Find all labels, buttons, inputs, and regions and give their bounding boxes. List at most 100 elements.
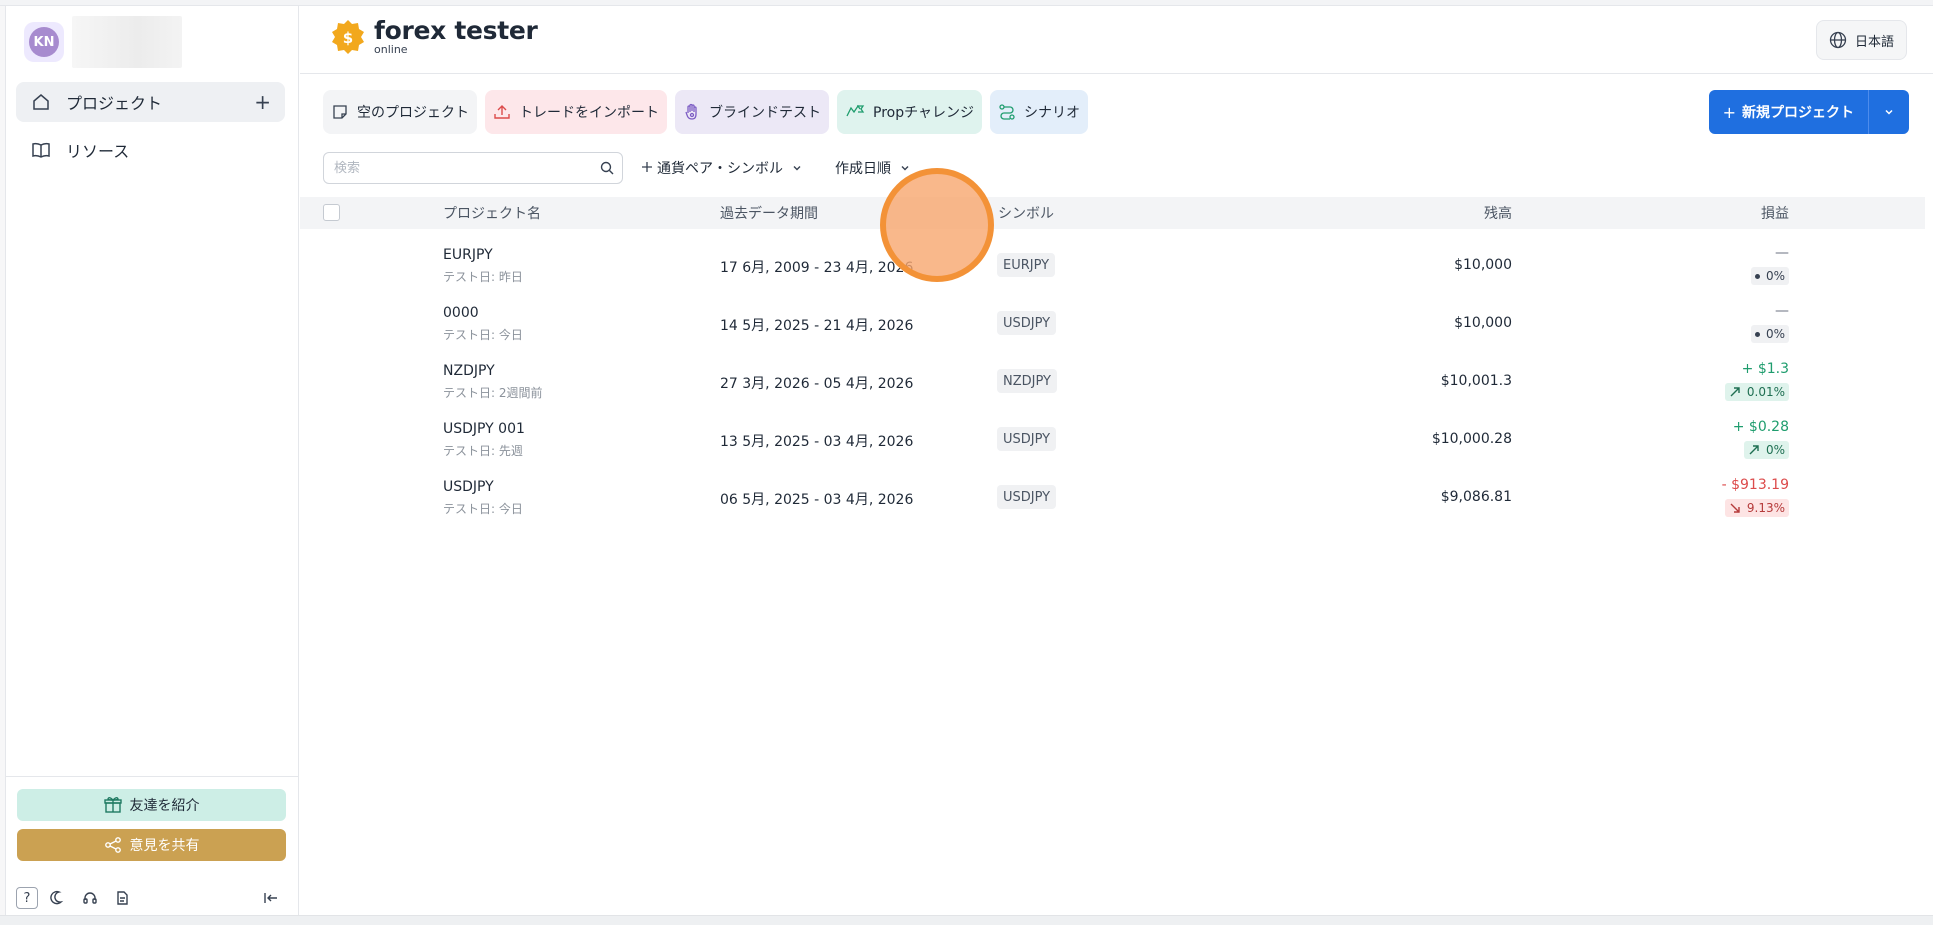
quick-action-label: ブラインドテスト: [709, 105, 821, 121]
symbol-badge: USDJPY: [997, 311, 1057, 335]
click-indicator: [880, 168, 994, 282]
new-project-button[interactable]: + 新規プロジェクト: [1709, 90, 1869, 134]
avatar-initials: KN: [29, 27, 59, 57]
share-label: 意見を共有: [129, 838, 200, 854]
header-name[interactable]: プロジェクト名: [443, 203, 541, 223]
invite-friend-button[interactable]: 友達を紹介: [17, 789, 286, 821]
import-trades-button[interactable]: トレードをインポート: [485, 90, 667, 134]
table-row[interactable]: NZDJPY テスト日: 2週間前 27 3月, 2026 - 05 4月, 2…: [300, 353, 1925, 411]
pl-percent-badge: 0%: [1750, 267, 1789, 285]
test-date: テスト日: 2週間前: [443, 386, 543, 400]
moon-icon[interactable]: [46, 886, 70, 910]
upload-icon: [493, 103, 511, 121]
quick-action-label: シナリオ: [1023, 105, 1080, 121]
empty-project-button[interactable]: 空のプロジェクト: [323, 90, 477, 134]
sidebar-item-label: プロジェクト: [66, 94, 163, 113]
balance: $9,086.81: [1440, 489, 1512, 505]
add-project-icon[interactable]: +: [254, 90, 271, 114]
sort-dropdown[interactable]: 作成日順: [835, 158, 911, 178]
data-period: 14 5月, 2025 - 21 4月, 2026: [720, 318, 914, 334]
home-icon: [30, 91, 52, 113]
pl-amount: —: [1775, 303, 1789, 319]
language-selector[interactable]: 日本語: [1815, 20, 1907, 60]
new-project-button-group: + 新規プロジェクト: [1708, 90, 1909, 134]
symbol-badge: NZDJPY: [997, 369, 1057, 393]
dot-icon: [1754, 273, 1760, 279]
project-name[interactable]: USDJPY: [443, 479, 494, 495]
new-project-dropdown[interactable]: [1869, 90, 1909, 134]
test-date: テスト日: 昨日: [443, 270, 523, 284]
data-period: 13 5月, 2025 - 03 4月, 2026: [720, 434, 914, 450]
sidebar: KN プロジェクト + リソース 友達を紹介 意見を共有 ?: [6, 6, 299, 915]
project-name[interactable]: USDJPY 001: [443, 421, 525, 437]
logo-badge-icon: $: [332, 19, 364, 54]
balance: $10,000: [1454, 257, 1512, 273]
sidebar-divider: [6, 776, 299, 777]
pl-amount: —: [1775, 245, 1789, 261]
share-feedback-button[interactable]: 意見を共有: [17, 829, 286, 861]
help-icon[interactable]: ?: [16, 887, 38, 909]
dot-icon: [1754, 331, 1760, 337]
symbol-filter-label: 通貨ペア・シンボル: [657, 161, 783, 177]
table-header: プロジェクト名 過去データ期間 シンボル 残高 損益: [300, 197, 1925, 229]
book-icon: [30, 139, 52, 161]
filter-bar: 通貨ペア・シンボル 作成日順: [323, 151, 911, 185]
chevron-down-icon: [1885, 109, 1893, 115]
user-profile[interactable]: KN: [24, 16, 182, 68]
balance: $10,000.28: [1431, 431, 1512, 447]
balance: $10,001.3: [1440, 373, 1512, 389]
search-icon[interactable]: [600, 161, 614, 175]
symbol-badge: USDJPY: [997, 485, 1057, 509]
trend-down-icon: [1729, 502, 1741, 514]
quick-action-label: Propチャレンジ: [873, 105, 974, 121]
blind-test-button[interactable]: ブラインドテスト: [675, 90, 829, 134]
chevron-down-icon: [791, 162, 803, 174]
sort-label: 作成日順: [835, 161, 891, 177]
chevron-down-icon: [899, 162, 911, 174]
sidebar-item-resources[interactable]: リソース: [16, 130, 285, 170]
header-period[interactable]: 過去データ期間: [720, 203, 818, 223]
scenario-button[interactable]: シナリオ: [989, 90, 1088, 134]
table-row[interactable]: EURJPY テスト日: 昨日 17 6月, 2009 - 23 4月, 202…: [300, 237, 1925, 295]
select-all-checkbox[interactable]: [323, 204, 340, 221]
project-name[interactable]: 0000: [443, 305, 479, 321]
table-row[interactable]: 0000 テスト日: 今日 14 5月, 2025 - 21 4月, 2026 …: [300, 295, 1925, 353]
globe-icon: [1829, 31, 1847, 49]
pl-percent: 0%: [1765, 443, 1785, 457]
sidebar-item-projects[interactable]: プロジェクト +: [16, 82, 285, 122]
project-name[interactable]: NZDJPY: [443, 363, 495, 379]
header-symbol[interactable]: シンボル: [998, 203, 1054, 223]
table-row[interactable]: USDJPY 001 テスト日: 先週 13 5月, 2025 - 03 4月,…: [300, 411, 1925, 469]
quick-actions: 空のプロジェクト トレードをインポート ブラインドテスト Propチャレンジ シ…: [323, 90, 1096, 134]
pl-percent-badge: 0%: [1743, 441, 1789, 459]
pl-amount: - $913.19: [1721, 477, 1789, 493]
username-redacted: [72, 16, 182, 68]
logo[interactable]: $ forex tester online: [330, 18, 538, 55]
collapse-sidebar-icon[interactable]: [259, 886, 283, 910]
symbol-badge: EURJPY: [997, 253, 1056, 277]
pl-percent-badge: 0%: [1750, 325, 1789, 343]
header-balance[interactable]: 残高: [1484, 203, 1512, 223]
trend-up-icon: [1729, 386, 1741, 398]
hand-icon: [683, 103, 701, 121]
quick-action-label: トレードをインポート: [519, 105, 659, 121]
pl-percent-badge: 0.01%: [1724, 383, 1789, 401]
search-box: [323, 152, 623, 184]
headset-icon[interactable]: [78, 886, 102, 910]
document-icon[interactable]: [110, 886, 134, 910]
project-name[interactable]: EURJPY: [443, 247, 493, 263]
search-input[interactable]: [324, 153, 622, 183]
avatar[interactable]: KN: [24, 22, 64, 62]
symbol-filter-dropdown[interactable]: 通貨ペア・シンボル: [641, 158, 803, 178]
top-header: $ forex tester online 日本語: [300, 6, 1933, 74]
pl-percent: 0.01%: [1746, 385, 1785, 399]
pl-percent: 9.13%: [1746, 501, 1785, 515]
logo-title: forex tester: [374, 16, 538, 45]
prop-challenge-button[interactable]: Propチャレンジ: [837, 90, 982, 134]
header-pl[interactable]: 損益: [1761, 203, 1789, 223]
note-icon: [331, 103, 349, 121]
pl-percent-badge: 9.13%: [1724, 499, 1789, 517]
pl-amount: + $0.28: [1732, 419, 1789, 435]
table-row[interactable]: USDJPY テスト日: 今日 06 5月, 2025 - 03 4月, 202…: [300, 469, 1925, 527]
pl-percent: 0%: [1765, 327, 1785, 341]
